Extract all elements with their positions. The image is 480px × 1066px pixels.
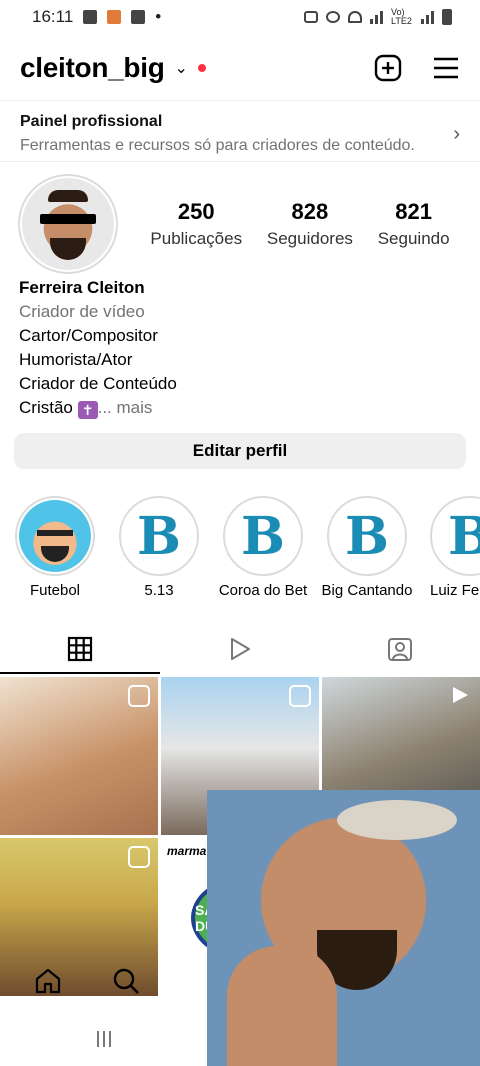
capcut-notification-icon — [131, 10, 146, 24]
edit-profile-button[interactable]: Editar perfil — [14, 433, 466, 469]
notification-dot — [197, 64, 206, 72]
network-label: Vo) LTE2 — [391, 7, 412, 26]
reel-icon — [128, 685, 150, 707]
stat-followers[interactable]: 828 Seguidores — [267, 199, 353, 249]
bio-line: Cristão — [19, 398, 73, 417]
wifi-icon — [348, 11, 362, 23]
highlight-coroa-do-bet[interactable]: B Coroa do Bet — [218, 496, 308, 599]
highlight-cover: B — [123, 500, 195, 572]
highlight-label: Coroa do Bet — [218, 582, 308, 599]
signal-icon-2 — [421, 10, 434, 24]
highlight-cover: B — [227, 500, 299, 572]
highlight-label: Luiz Fern — [430, 582, 480, 599]
highlight-label: Big Cantando — [321, 582, 413, 599]
cross-emoji: ✝ — [77, 401, 98, 419]
status-bar: 16:11 • Vo) LTE2 — [0, 0, 480, 34]
plus-square-icon — [374, 54, 402, 82]
bio-line: Criador de Conteúdo — [19, 374, 177, 393]
system-navigation — [0, 1012, 207, 1066]
search-icon — [113, 968, 139, 994]
reel-icon — [289, 685, 311, 707]
chevron-down-icon[interactable]: ⌄ — [175, 58, 188, 78]
stat-value: 250 — [177, 199, 215, 224]
create-post-button[interactable] — [374, 54, 402, 82]
play-icon — [231, 638, 250, 660]
nav-home[interactable] — [34, 967, 62, 1000]
alarm-icon — [326, 11, 340, 23]
highlight-cover — [19, 500, 91, 572]
stat-value: 828 — [291, 199, 329, 224]
post-thumbnail[interactable] — [0, 677, 158, 835]
profile-tabs — [0, 624, 480, 674]
highlight-luiz-fern[interactable]: B Luiz Fern — [430, 496, 480, 599]
display-name: Ferreira Cleiton — [19, 278, 145, 297]
bio-line: Humorista/Ator — [19, 350, 133, 369]
highlight-label: Futebol — [29, 582, 81, 599]
gallery-notification-icon — [83, 10, 98, 24]
professional-dashboard-link[interactable]: Painel profissional Ferramentas e recurs… — [0, 100, 480, 162]
tab-reels[interactable] — [160, 624, 320, 674]
tab-posts-grid[interactable] — [0, 624, 160, 674]
profile-summary: 250 Publicações 828 Seguidores 821 Segui… — [18, 174, 462, 274]
highlight-label: 5.13 — [144, 582, 174, 599]
story-highlights: Futebol B 5.13 B Coroa do Bet B Big Cant… — [14, 496, 480, 599]
recent-apps-button[interactable] — [96, 1031, 111, 1047]
highlight-cover: B — [331, 500, 403, 572]
status-more-dot: • — [155, 7, 162, 26]
category-label: Criador de vídeo — [19, 302, 145, 321]
menu-button[interactable] — [432, 54, 460, 82]
bottom-navigation — [0, 954, 207, 1012]
avatar[interactable] — [18, 174, 118, 274]
username[interactable]: cleiton_big — [20, 52, 165, 84]
stat-label: Publicações — [150, 229, 243, 248]
stat-label: Seguindo — [377, 229, 450, 248]
hamburger-icon — [434, 57, 458, 79]
bio-line: Cartor/Compositor — [19, 326, 158, 345]
pro-panel-subtitle: Ferramentas e recursos só para criadores… — [20, 137, 415, 154]
app-notification-icon — [107, 10, 122, 24]
video-play-icon — [453, 687, 468, 703]
pro-panel-title: Painel profissional — [20, 113, 163, 130]
avatar-image — [22, 178, 114, 270]
tab-tagged[interactable] — [320, 624, 480, 674]
grid-icon — [67, 636, 93, 662]
highlight-big-cantando[interactable]: B Big Cantando — [322, 496, 412, 599]
highlight-513[interactable]: B 5.13 — [118, 496, 200, 599]
stat-following[interactable]: 821 Seguindo — [378, 199, 450, 249]
bio-line-last: Cristão ✝... mais — [19, 396, 177, 420]
profile-bio: Ferreira Cleiton Criador de vídeo Cartor… — [19, 276, 177, 420]
key-icon — [304, 11, 318, 23]
bio-more-link[interactable]: ... mais — [98, 398, 153, 417]
nav-search[interactable] — [112, 967, 140, 1000]
stat-label: Seguidores — [266, 229, 353, 248]
chevron-right-icon: › — [453, 123, 460, 145]
profile-header: cleiton_big ⌄ — [0, 40, 480, 96]
home-icon — [35, 968, 61, 993]
stat-posts[interactable]: 250 Publicações — [150, 199, 242, 249]
highlight-futebol[interactable]: Futebol — [14, 496, 96, 599]
profile-stats: 250 Publicações 828 Seguidores 821 Segui… — [138, 199, 462, 249]
tagged-person-icon — [388, 638, 412, 661]
battery-icon — [442, 9, 452, 25]
reel-icon — [128, 846, 150, 868]
status-time: 16:11 — [32, 7, 74, 26]
highlight-cover: B — [434, 500, 480, 572]
stat-value: 821 — [395, 199, 432, 224]
logo-text: marmat — [167, 844, 211, 858]
floating-video-overlay[interactable] — [207, 790, 480, 1066]
signal-icon — [370, 10, 383, 24]
